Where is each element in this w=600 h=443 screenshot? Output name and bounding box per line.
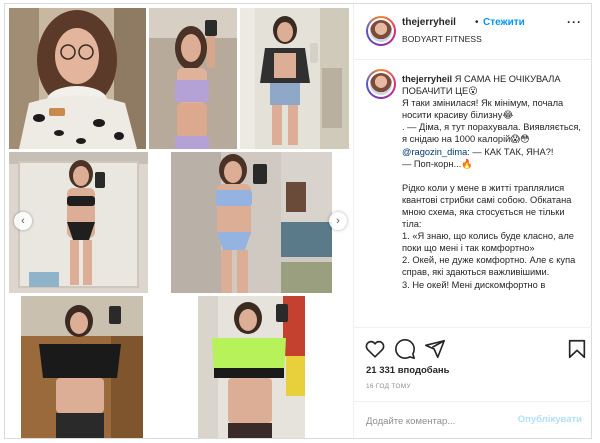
- caption-line-8: 2. Окей, не дуже комфортно. Але є купа с…: [402, 255, 576, 278]
- share-icon[interactable]: [424, 338, 446, 360]
- caption-username[interactable]: thejerryheil: [402, 74, 452, 84]
- post-sidebar: thejerryheil • Стежити BODYART FITNESS ·…: [353, 4, 592, 438]
- caption-section: thejerryheil Я САМА НЕ ОЧІКУВАЛА ПОБАЧИТ…: [354, 61, 592, 327]
- heart-icon[interactable]: [364, 338, 386, 360]
- chevron-right-glyph: ›: [336, 214, 340, 227]
- chevron-left-glyph: ‹: [21, 214, 25, 227]
- caption-text: thejerryheil Я САМА НЕ ОЧІКУВАЛА ПОБАЧИТ…: [402, 73, 584, 291]
- caption-line-6: Рідко коли у мене в житті траплялися ква…: [402, 182, 572, 230]
- caption-avatar[interactable]: [366, 69, 396, 99]
- photo-3: [240, 8, 349, 149]
- chevron-left-icon[interactable]: ‹: [14, 212, 32, 230]
- mention-link[interactable]: @ragozin_dima: [402, 147, 467, 157]
- publish-button[interactable]: Опублікувати: [518, 414, 582, 425]
- chevron-right-icon[interactable]: ›: [329, 212, 347, 230]
- follow-button[interactable]: Стежити: [483, 17, 525, 28]
- caption-line-3: . — Діма, я тут порахувала. Виявляється,…: [402, 122, 581, 145]
- caption-line-4: : — КАК ТАК, ЯНА?!: [467, 146, 554, 157]
- caption-line-5: — Поп-корн...🔥: [402, 158, 473, 169]
- post-media-collage[interactable]: ‹ ›: [5, 4, 353, 438]
- action-bar: 21 331 вподобань 16 ГОД ТОМУ Опублікуват…: [354, 327, 592, 438]
- comment-input[interactable]: [366, 414, 506, 428]
- photo-7: [198, 296, 305, 438]
- caption-line-7: 1. «Я знаю, що колись буде класно, але п…: [402, 231, 574, 254]
- caption-line-9: 3. Не окей! Мені дискомфортно в: [402, 279, 546, 290]
- bookmark-icon[interactable]: [566, 338, 588, 360]
- comment-icon[interactable]: [394, 338, 416, 360]
- post-timestamp[interactable]: 16 ГОД ТОМУ: [366, 383, 411, 390]
- caption-line-2: Я таки змінилася! Як мінімум, почала нос…: [402, 98, 564, 121]
- photo-5: [171, 152, 332, 293]
- comment-box: Опублікувати: [354, 401, 592, 439]
- photo-6: [21, 296, 143, 438]
- photo-2: [149, 8, 237, 149]
- photo-1: [9, 8, 146, 149]
- header-username[interactable]: thejerryheil: [402, 17, 456, 28]
- instagram-post: ‹ › thejerryheil • Стежити BODYART FITNE…: [4, 3, 592, 439]
- location-link[interactable]: BODYART FITNESS: [402, 34, 482, 44]
- avatar[interactable]: [366, 16, 396, 46]
- likes-count[interactable]: 21 331 вподобань: [366, 365, 450, 376]
- post-header: thejerryheil • Стежити BODYART FITNESS ·…: [354, 4, 592, 60]
- more-options-icon[interactable]: ···: [567, 15, 582, 29]
- header-separator: •: [475, 17, 479, 28]
